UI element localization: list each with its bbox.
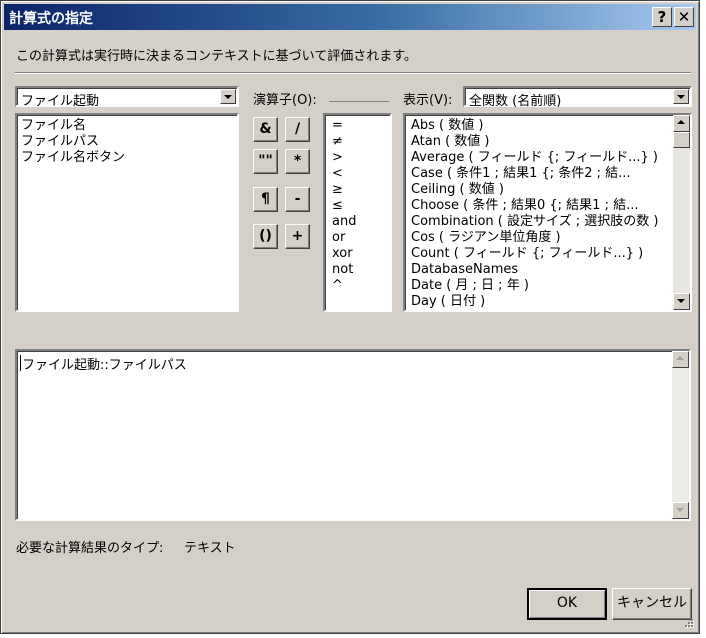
list-item[interactable]: Cos ( ラジアン単位角度 ) bbox=[411, 230, 561, 246]
operators-label-line bbox=[329, 101, 389, 102]
table-select[interactable]: ファイル起動 bbox=[15, 86, 239, 109]
list-item[interactable]: Ceiling ( 数値 ) bbox=[411, 182, 504, 198]
list-item[interactable]: Count ( フィールド {; フィールド...} ) bbox=[411, 246, 643, 262]
ok-button[interactable]: OK bbox=[527, 588, 607, 620]
dialog-title: 計算式の指定 bbox=[9, 11, 93, 27]
list-item[interactable]: Average ( フィールド {; フィールド...} ) bbox=[411, 150, 658, 166]
list-item[interactable]: ≥ bbox=[332, 182, 343, 198]
chevron-down-icon bbox=[224, 95, 232, 99]
scroll-down-button[interactable] bbox=[673, 293, 690, 310]
list-item[interactable]: or bbox=[332, 230, 345, 246]
table-select-value: ファイル起動 bbox=[21, 94, 100, 109]
scroll-down-button[interactable] bbox=[672, 502, 689, 519]
resize-grip-icon[interactable] bbox=[682, 616, 694, 628]
function-list-scrollbar[interactable] bbox=[673, 115, 690, 310]
list-item[interactable]: Day ( 日付 ) bbox=[411, 294, 485, 310]
operator-multiply-button[interactable]: * bbox=[285, 149, 310, 174]
description-text: この計算式は実行時に決まるコンテキストに基づいて評価されます。 bbox=[16, 49, 417, 64]
operator-parentheses-button[interactable]: () bbox=[253, 224, 278, 249]
chevron-down-icon bbox=[677, 299, 685, 303]
view-select-value: 全関数 (名前順) bbox=[469, 94, 562, 109]
chevron-up-icon bbox=[676, 356, 684, 360]
operator-quotes-button[interactable]: "" bbox=[253, 149, 278, 174]
chevron-up-icon bbox=[677, 120, 685, 124]
view-select[interactable]: 全関数 (名前順) bbox=[463, 86, 692, 109]
function-list[interactable]: Abs ( 数値 ) Atan ( 数値 ) Average ( フィールド {… bbox=[403, 113, 692, 312]
table-select-dropdown-button[interactable] bbox=[220, 89, 236, 104]
close-button[interactable]: ✕ bbox=[674, 7, 694, 27]
list-item[interactable]: ≠ bbox=[332, 134, 343, 150]
list-item[interactable]: ファイル名 bbox=[21, 118, 86, 134]
cancel-button[interactable]: キャンセル bbox=[612, 588, 692, 620]
list-item[interactable]: > bbox=[332, 150, 343, 166]
scroll-thumb[interactable] bbox=[673, 132, 690, 148]
title-bar[interactable]: 計算式の指定 ? ✕ bbox=[4, 4, 696, 30]
list-item[interactable]: Atan ( 数値 ) bbox=[411, 134, 490, 150]
operator-list[interactable]: = ≠ > < ≥ ≤ and or xor not ^ bbox=[323, 113, 392, 312]
list-item[interactable]: < bbox=[332, 166, 343, 182]
list-item[interactable]: Combination ( 設定サイズ ; 選択肢の数 ) bbox=[411, 214, 658, 230]
calculation-dialog: 計算式の指定 ? ✕ この計算式は実行時に決まるコンテキストに基づいて評価されま… bbox=[0, 0, 700, 634]
view-label: 表示(V): bbox=[403, 93, 453, 108]
list-item[interactable]: ≤ bbox=[332, 198, 343, 214]
list-item[interactable]: DatabaseNames bbox=[411, 262, 518, 278]
list-item[interactable]: Date ( 月 ; 日 ; 年 ) bbox=[411, 278, 529, 294]
view-select-dropdown-button[interactable] bbox=[673, 89, 689, 104]
separator bbox=[15, 72, 691, 74]
formula-scrollbar[interactable] bbox=[672, 351, 689, 519]
list-item[interactable]: xor bbox=[332, 246, 353, 262]
help-button[interactable]: ? bbox=[652, 7, 672, 27]
list-item[interactable]: Choose ( 条件 ; 結果0 {; 結果1 ; 結... bbox=[411, 198, 638, 214]
chevron-down-icon bbox=[676, 508, 684, 512]
operator-pilcrow-button[interactable]: ¶ bbox=[253, 187, 278, 212]
chevron-down-icon bbox=[677, 95, 685, 99]
list-item[interactable]: Case ( 条件1 ; 結果1 {; 条件2 ; 結... bbox=[411, 166, 631, 182]
list-item[interactable]: and bbox=[332, 214, 356, 230]
list-item[interactable]: ^ bbox=[332, 278, 343, 294]
list-item[interactable]: ファイルパス bbox=[21, 134, 99, 150]
result-type-value: テキスト bbox=[184, 541, 236, 556]
formula-text: ファイル起動::ファイルパス bbox=[22, 358, 187, 373]
operator-plus-button[interactable]: + bbox=[285, 224, 310, 249]
formula-editor[interactable]: ファイル起動::ファイルパス bbox=[15, 349, 691, 521]
field-list[interactable]: ファイル名 ファイルパス ファイル名ボタン bbox=[15, 113, 239, 312]
list-item[interactable]: ファイル名ボタン bbox=[21, 150, 125, 166]
scroll-up-button[interactable] bbox=[672, 351, 689, 368]
result-type-label: 必要な計算結果のタイプ: bbox=[16, 541, 164, 556]
text-caret bbox=[20, 355, 21, 371]
operator-minus-button[interactable]: - bbox=[285, 187, 310, 212]
operator-ampersand-button[interactable]: & bbox=[253, 117, 278, 142]
scroll-up-button[interactable] bbox=[673, 115, 690, 132]
list-item[interactable]: = bbox=[332, 118, 343, 134]
list-item[interactable]: Abs ( 数値 ) bbox=[411, 118, 483, 134]
list-item[interactable]: not bbox=[332, 262, 353, 278]
operators-label: 演算子(O): bbox=[253, 93, 317, 108]
operator-divide-button[interactable]: / bbox=[285, 117, 310, 142]
